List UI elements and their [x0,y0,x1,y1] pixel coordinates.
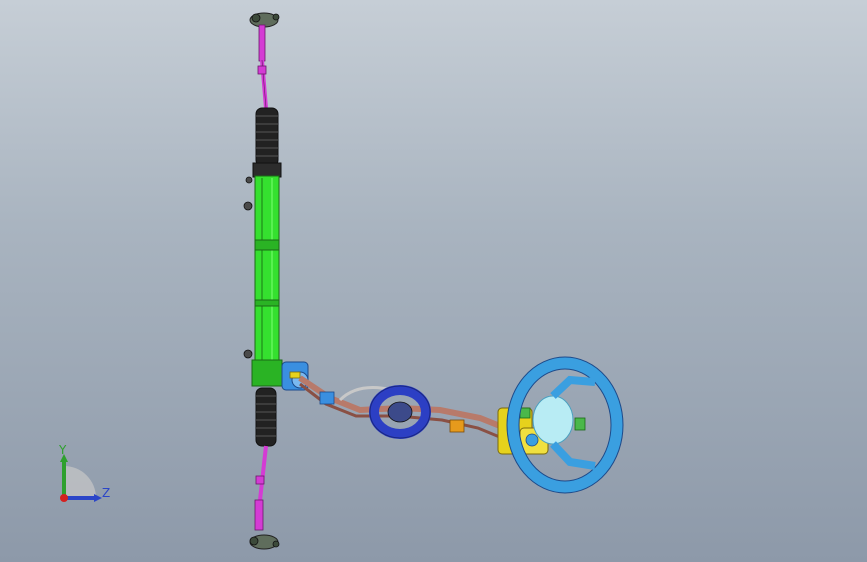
triad-axes [60,454,102,502]
steering-assembly-model[interactable] [0,0,867,562]
lower-tie-rod[interactable] [254,445,268,531]
upper-tie-rod-end[interactable] [249,12,280,62]
z-axis-label: Z [102,486,111,500]
lower-rack-boot[interactable] [255,387,277,447]
triad-plane-shading [64,466,96,498]
lower-tie-rod-end[interactable] [249,534,280,550]
y-axis-label: Y [59,443,67,457]
upper-tie-rod[interactable] [257,59,268,109]
z-axis-arrow [94,494,102,502]
graphics-viewport[interactable]: Y Z [0,0,867,562]
upper-rack-boot[interactable] [255,107,279,167]
triad-origin [60,494,68,502]
column-mount-bracket[interactable] [369,385,431,439]
rack-housing[interactable] [243,162,283,387]
coordinate-triad: Y Z [44,438,124,510]
